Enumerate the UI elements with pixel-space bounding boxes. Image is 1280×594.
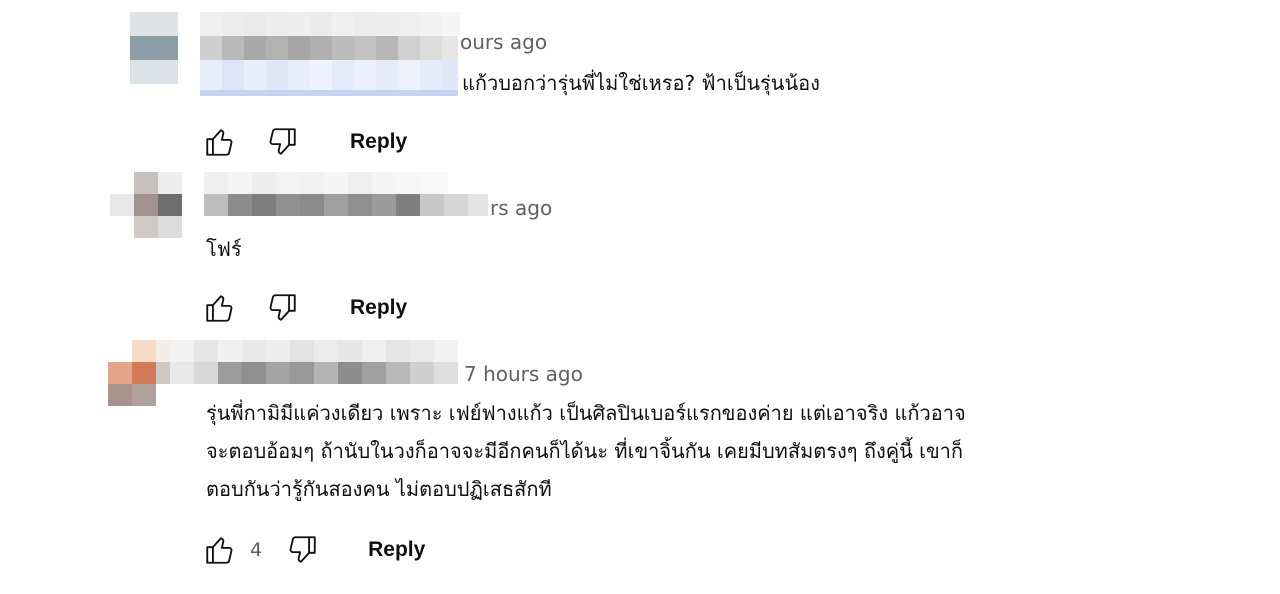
comment-text: รุ่นพี่กามิมีแค่วงเดียว เพราะ เฟย์ฟางแก้…: [206, 401, 966, 501]
thumbs-down-icon[interactable]: [264, 124, 300, 160]
like-count: 4: [250, 539, 263, 561]
thumbs-up-icon[interactable]: [202, 290, 238, 326]
avatar[interactable]: [110, 172, 182, 238]
reply-button[interactable]: Reply: [368, 538, 425, 562]
thumbs-up-icon[interactable]: [202, 124, 238, 160]
thumbs-down-icon[interactable]: [284, 532, 320, 568]
comment-actions: 4 Reply: [202, 530, 425, 570]
author-name-blurred[interactable]: [204, 194, 488, 216]
thumbs-down-icon[interactable]: [264, 290, 300, 326]
comment-actions: Reply: [202, 288, 407, 328]
comment-timestamp[interactable]: rs ago: [490, 196, 552, 220]
comment-actions: Reply: [202, 122, 407, 162]
reply-button[interactable]: Reply: [350, 130, 407, 154]
author-name-blurred[interactable]: [200, 36, 458, 60]
comment-text: โฟร์: [206, 237, 242, 261]
author-name-blurred[interactable]: [170, 362, 458, 384]
author-name-blurred[interactable]: [200, 12, 460, 36]
avatar[interactable]: [130, 12, 178, 84]
reply-button[interactable]: Reply: [350, 296, 407, 320]
comment-timestamp[interactable]: ours ago: [460, 30, 547, 54]
author-name-blurred[interactable]: [204, 172, 448, 194]
thumbs-up-icon[interactable]: [202, 532, 238, 568]
author-name-blurred[interactable]: [170, 340, 458, 362]
comment-timestamp[interactable]: 7 hours ago: [464, 362, 583, 386]
comment-text: แก้วบอกว่ารุ่นพี่ไม่ใช่เหรอ? ฟ้าเป็นรุ่น…: [462, 71, 820, 95]
